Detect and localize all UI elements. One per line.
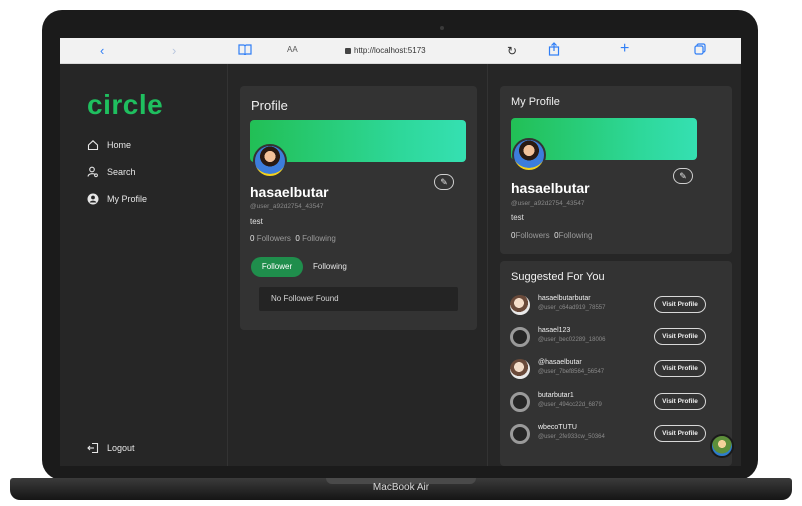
- screenshot-stage: ‹ › AA http://localhost:5173 ↻ + circle: [0, 0, 802, 506]
- profile-avatar: [253, 144, 287, 178]
- back-icon[interactable]: ‹: [100, 42, 104, 60]
- tab-following[interactable]: Following: [313, 257, 347, 277]
- address-bar[interactable]: http://localhost:5173: [345, 44, 495, 58]
- main-content: Profile ✎ hasaelbutar @user_a92d2754_435…: [229, 64, 488, 466]
- suggested-user: hasaelbutarbutar @user_c64ad919_78557 Vi…: [510, 293, 706, 317]
- my-profile-handle: @user_a92d2754_43547: [511, 200, 585, 207]
- suggested-handle: @user_7bef8564_56547: [538, 369, 605, 375]
- followers-count: 0: [250, 234, 255, 243]
- reload-icon[interactable]: ↻: [507, 42, 517, 60]
- right-panel: My Profile ✎ hasaelbutar @user_a92d2754_…: [489, 64, 741, 466]
- suggested-name: wbecoTUTU: [538, 424, 577, 431]
- nav-search-label: Search: [107, 167, 136, 177]
- visit-profile-button[interactable]: Visit Profile: [654, 296, 706, 313]
- edit-profile-button[interactable]: ✎: [434, 174, 454, 190]
- suggested-avatar: [510, 424, 530, 444]
- brand-logo[interactable]: circle: [87, 89, 163, 121]
- suggested-name: @hasaelbutar: [538, 359, 582, 366]
- suggested-user: hasael123 @user_bec02289_18006 Visit Pro…: [510, 325, 706, 349]
- suggested-avatar: [510, 359, 530, 379]
- tabs-overview-icon[interactable]: [694, 42, 706, 60]
- share-icon[interactable]: [548, 42, 560, 61]
- visit-profile-button[interactable]: Visit Profile: [654, 360, 706, 377]
- suggested-title: Suggested For You: [511, 271, 605, 283]
- suggested-avatar: [510, 295, 530, 315]
- address-url: http://localhost:5173: [354, 46, 426, 55]
- sidebar: circle Home Search My Profile Logout: [60, 64, 228, 466]
- suggested-handle: @user_bec02289_18006: [538, 337, 606, 343]
- my-profile-card: My Profile ✎ hasaelbutar @user_a92d2754_…: [500, 86, 732, 254]
- nav-home-label: Home: [107, 140, 132, 150]
- nav-my-profile-label: My Profile: [107, 194, 148, 204]
- lock-icon: [345, 47, 351, 54]
- profile-card: Profile ✎ hasaelbutar @user_a92d2754_435…: [240, 86, 477, 330]
- forward-icon[interactable]: ›: [172, 42, 176, 60]
- my-profile-edit-button[interactable]: ✎: [673, 168, 693, 184]
- my-followers-label[interactable]: Followers: [515, 231, 549, 240]
- nav-search[interactable]: Search: [87, 164, 136, 180]
- suggested-name: butarbutar1: [538, 392, 574, 399]
- profile-handle: @user_a92d2754_43547: [250, 203, 324, 210]
- suggested-user: butarbutar1 @user_494cc22d_6879 Visit Pr…: [510, 390, 706, 414]
- suggested-handle: @user_2fe933cw_50364: [538, 434, 605, 440]
- suggested-name: hasael123: [538, 327, 571, 334]
- home-icon: [87, 140, 99, 151]
- screen: ‹ › AA http://localhost:5173 ↻ + circle: [60, 38, 741, 466]
- pencil-icon: ✎: [679, 171, 687, 181]
- visit-profile-button[interactable]: Visit Profile: [654, 393, 706, 410]
- browser-toolbar: ‹ › AA http://localhost:5173 ↻ +: [60, 38, 741, 64]
- user-circle-icon: [87, 193, 99, 205]
- profile-title: Profile: [251, 98, 288, 113]
- followers-label[interactable]: Followers: [257, 234, 291, 243]
- suggested-card: Suggested For You hasaelbutarbutar @user…: [500, 261, 732, 466]
- device-model-label: MacBook Air: [372, 482, 430, 493]
- following-count: 0: [295, 234, 300, 243]
- my-profile-title: My Profile: [511, 96, 560, 108]
- empty-follower-message: No Follower Found: [259, 287, 458, 311]
- logout-button[interactable]: Logout: [87, 442, 135, 454]
- logout-icon: [87, 442, 99, 454]
- my-profile-stats: 0Followers 0Following: [511, 231, 592, 240]
- suggested-handle: @user_c64ad919_78557: [538, 305, 606, 311]
- nav-home[interactable]: Home: [87, 137, 131, 153]
- following-label[interactable]: Following: [302, 234, 336, 243]
- search-user-icon: [87, 166, 98, 178]
- suggested-avatar: [510, 327, 530, 347]
- reader-book-icon[interactable]: [238, 42, 252, 60]
- profile-username: hasaelbutar: [250, 184, 329, 200]
- nav-my-profile[interactable]: My Profile: [87, 191, 147, 207]
- new-tab-icon[interactable]: +: [620, 40, 629, 58]
- suggested-avatar: [510, 392, 530, 412]
- logout-label: Logout: [107, 443, 135, 453]
- profile-stats: 0 Followers 0 Following: [250, 234, 336, 243]
- floating-user-avatar[interactable]: [710, 434, 734, 458]
- my-profile-avatar: [512, 138, 546, 172]
- visit-profile-button[interactable]: Visit Profile: [654, 425, 706, 442]
- camera-dot: [440, 26, 444, 30]
- my-following-label[interactable]: Following: [559, 231, 593, 240]
- suggested-handle: @user_494cc22d_6879: [538, 402, 602, 408]
- profile-bio: test: [250, 217, 263, 226]
- visit-profile-button[interactable]: Visit Profile: [654, 328, 706, 345]
- suggested-name: hasaelbutarbutar: [538, 295, 591, 302]
- suggested-user: @hasaelbutar @user_7bef8564_56547 Visit …: [510, 357, 706, 381]
- my-profile-username: hasaelbutar: [511, 180, 590, 196]
- suggested-user: wbecoTUTU @user_2fe933cw_50364 Visit Pro…: [510, 422, 706, 446]
- text-size-button[interactable]: AA: [287, 45, 298, 54]
- tab-follower[interactable]: Follower: [251, 257, 303, 277]
- pencil-icon: ✎: [440, 177, 448, 187]
- my-profile-bio: test: [511, 213, 524, 222]
